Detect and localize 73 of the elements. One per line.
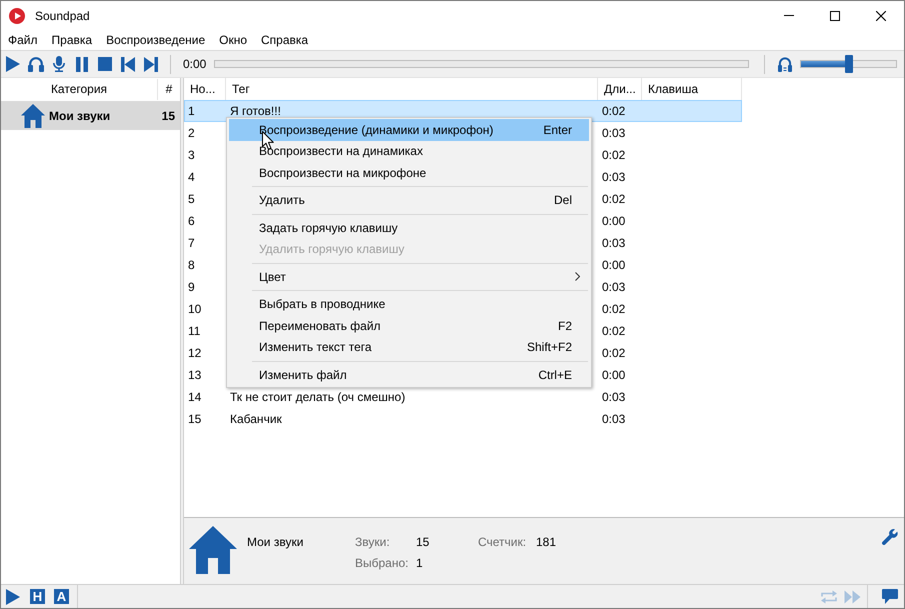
- wrench-icon[interactable]: [882, 529, 898, 545]
- table-cell: 14: [188, 390, 202, 404]
- menu-bar-item[interactable]: Справка: [254, 30, 316, 50]
- keyboard-shortcut: Enter: [543, 122, 572, 137]
- table-cell: Я готов!!!: [230, 104, 281, 118]
- context-menu-item[interactable]: Воспроизвести на динамиках: [229, 140, 589, 162]
- stat-label: Звуки:: [355, 535, 390, 550]
- table-cell: 0:03: [602, 390, 626, 404]
- category-title: Мои звуки: [247, 535, 304, 550]
- column-header[interactable]: Категория: [1, 79, 158, 100]
- menu-bar-item[interactable]: Правка: [44, 30, 100, 50]
- stat-value: 15: [416, 535, 430, 550]
- table-cell: Тк не стоит делать (оч смешно): [230, 390, 406, 404]
- menu-bar-item[interactable]: Файл: [1, 30, 45, 50]
- context-menu-item[interactable]: Переименовать файл F2: [229, 315, 589, 336]
- context-menu-item[interactable]: Изменить файл Ctrl+E: [229, 364, 589, 386]
- table-cell: 8: [188, 258, 195, 272]
- play-icon[interactable]: [6, 588, 20, 604]
- context-menu-item[interactable]: Цвет: [229, 266, 589, 288]
- menu-bar-item[interactable]: Воспроизведение: [99, 30, 212, 50]
- table-cell: 0:03: [602, 280, 626, 294]
- stat-value: 181: [536, 535, 556, 550]
- previous-icon[interactable]: [120, 56, 134, 72]
- table-cell: 0:03: [602, 412, 626, 426]
- next-icon[interactable]: [144, 56, 158, 72]
- table-cell: 15: [188, 412, 202, 426]
- context-menu-item[interactable]: Воспроизвести на микрофоне: [229, 162, 589, 184]
- play-icon[interactable]: [6, 56, 20, 72]
- table-row[interactable]: 15 Кабанчик 0:03: [184, 408, 742, 430]
- headphones-icon[interactable]: [778, 56, 792, 72]
- context-menu-item[interactable]: Задать горячую клавишу: [229, 217, 589, 238]
- table-cell: 0:00: [602, 258, 626, 272]
- keyboard-shortcut: Del: [554, 193, 572, 208]
- item-count: 15: [162, 108, 175, 122]
- stop-icon[interactable]: [98, 57, 112, 71]
- pause-icon[interactable]: [76, 56, 88, 72]
- letter-button[interactable]: H: [30, 589, 45, 604]
- maximize-icon[interactable]: [830, 10, 840, 20]
- table-cell: 0:03: [602, 236, 626, 250]
- volume-slider[interactable]: [800, 55, 897, 73]
- table-cell: Кабанчик: [230, 412, 282, 426]
- letter-button[interactable]: A: [54, 589, 69, 604]
- app-logo-icon: [9, 8, 25, 24]
- close-icon[interactable]: [876, 10, 886, 20]
- context-menu-item[interactable]: Выбрать в проводнике: [229, 294, 589, 315]
- table-row[interactable]: 14 Тк не стоит делать (оч смешно) 0:03: [184, 386, 742, 408]
- stat-label: Счетчик:: [478, 535, 526, 550]
- stat-value: 1: [416, 556, 423, 571]
- chevron-right-icon: [575, 272, 580, 282]
- context-menu-item[interactable]: Воспроизведение (динамики и микрофон) Enter: [229, 119, 589, 140]
- volume-thumb[interactable]: [844, 55, 852, 73]
- table-cell: 0:02: [602, 104, 626, 118]
- table-cell: 1: [188, 104, 195, 118]
- stat-label: Выбрано:: [355, 556, 408, 571]
- context-menu-item[interactable]: Изменить текст тега Shift+F2: [229, 336, 589, 358]
- table-cell: 7: [188, 236, 195, 250]
- keyboard-shortcut: F2: [558, 318, 572, 333]
- table-cell: 0:00: [602, 214, 626, 228]
- house-icon: [21, 104, 45, 128]
- window-title: Soundpad: [35, 8, 90, 22]
- time-display: 0:00: [183, 57, 206, 71]
- keyboard-shortcut: Shift+F2: [526, 340, 572, 354]
- table-cell: 9: [188, 280, 195, 294]
- microphone-icon[interactable]: [52, 56, 64, 72]
- speech-bubble-icon[interactable]: [882, 589, 898, 604]
- context-menu-item[interactable]: Удалить Del: [229, 190, 589, 211]
- keyboard-shortcut: Ctrl+E: [538, 368, 572, 382]
- house-icon: [189, 526, 237, 574]
- column-header[interactable]: #: [158, 79, 180, 100]
- headphones-icon[interactable]: [28, 56, 44, 72]
- category-item[interactable]: Мои звуки 15: [1, 101, 180, 130]
- table-cell: 6: [188, 214, 195, 228]
- menu-bar-item[interactable]: Окно: [212, 30, 254, 50]
